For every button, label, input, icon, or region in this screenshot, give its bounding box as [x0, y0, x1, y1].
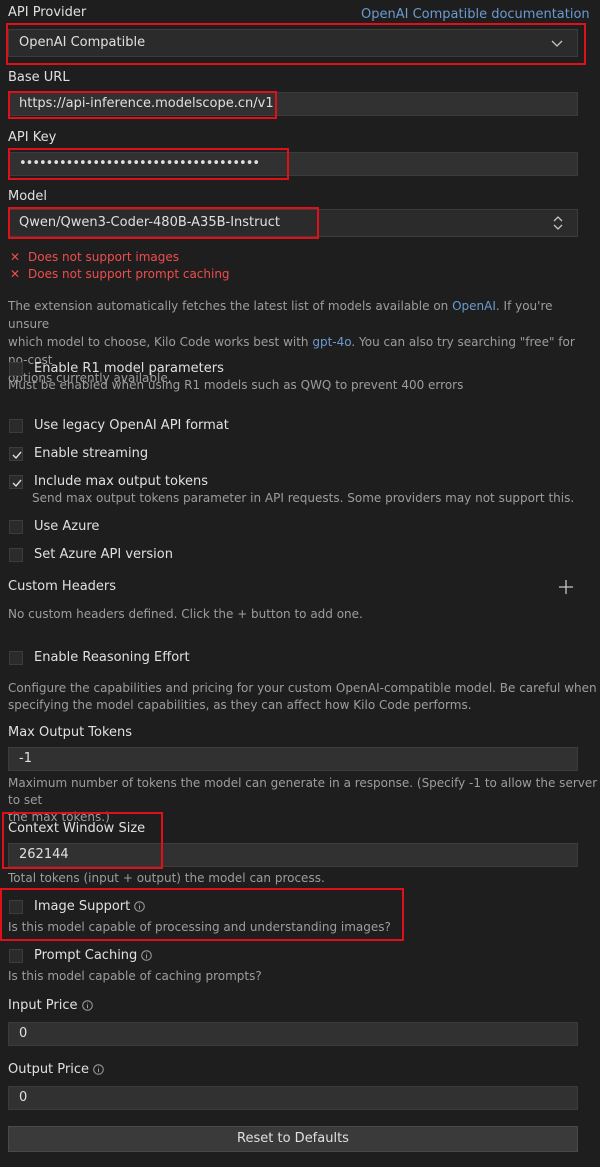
prompt-caching-label-text: Prompt Caching — [34, 948, 138, 963]
model-error-caching-text: Does not support prompt caching — [28, 267, 230, 281]
input-price-input[interactable]: 0 — [8, 1022, 578, 1046]
max-output-tokens-field-label: Max Output Tokens — [8, 725, 133, 740]
info-line2a: which model to choose, Kilo Code works b… — [8, 335, 313, 349]
legacy-format-checkbox[interactable] — [9, 419, 23, 433]
max-output-tokens-checkbox[interactable] — [9, 475, 23, 489]
azure-version-checkbox[interactable] — [9, 548, 23, 562]
info-icon[interactable] — [93, 1064, 104, 1075]
reasoning-effort-label: Enable Reasoning Effort — [34, 650, 190, 665]
openai-link[interactable]: OpenAI — [452, 299, 496, 313]
prompt-caching-label: Prompt Caching — [34, 948, 153, 963]
image-support-checkbox[interactable] — [9, 900, 23, 914]
model-select-value: Qwen/Qwen3-Coder-480B-A35B-Instruct — [19, 215, 280, 230]
r1-checkbox[interactable] — [9, 362, 23, 376]
max-output-tokens-input[interactable]: -1 — [8, 747, 578, 771]
context-window-label: Context Window Size — [8, 821, 146, 836]
max-output-tokens-field-desc: Maximum number of tokens the model can g… — [8, 775, 600, 826]
use-azure-label: Use Azure — [34, 519, 100, 534]
r1-label: Enable R1 model parameters — [34, 361, 224, 376]
info-icon[interactable] — [134, 901, 146, 912]
output-price-label-text: Output Price — [8, 1062, 90, 1077]
base-url-input[interactable]: https://api-inference.modelscope.cn/v1 — [8, 92, 578, 116]
model-error-caching: ✕ Does not support prompt caching — [10, 267, 230, 281]
output-price-label: Output Price — [8, 1062, 104, 1077]
capabilities-text: Configure the capabilities and pricing f… — [8, 680, 597, 714]
prompt-caching-desc: Is this model capable of caching prompts… — [8, 969, 262, 983]
legacy-format-label: Use legacy OpenAI API format — [34, 418, 229, 433]
max-output-tokens-desc: Send max output tokens parameter in API … — [32, 491, 575, 505]
custom-headers-empty: No custom headers defined. Click the + b… — [8, 607, 363, 621]
prompt-caching-checkbox[interactable] — [9, 949, 23, 963]
context-window-value: 262144 — [19, 847, 69, 862]
info-icon[interactable] — [141, 950, 153, 961]
use-azure-checkbox[interactable] — [9, 520, 23, 534]
close-icon: ✕ — [10, 250, 21, 264]
context-window-input[interactable]: 262144 — [8, 843, 578, 867]
model-error-images: ✕ Does not support images — [10, 250, 179, 264]
input-price-label-text: Input Price — [8, 998, 78, 1013]
model-select[interactable]: Qwen/Qwen3-Coder-480B-A35B-Instruct — [8, 209, 578, 237]
custom-headers-title: Custom Headers — [8, 579, 117, 594]
input-price-value: 0 — [19, 1026, 28, 1041]
capabilities-line2: specifying the model capabilities, as th… — [8, 698, 472, 712]
context-window-desc: Total tokens (input + output) the model … — [8, 871, 325, 885]
chevron-updown-icon — [553, 216, 563, 230]
info-icon[interactable] — [81, 1000, 93, 1011]
streaming-checkbox[interactable] — [9, 447, 23, 461]
api-key-value: •••••••••••••••••••••••••••••••••••• — [19, 156, 260, 171]
provider-select[interactable]: OpenAI Compatible — [8, 29, 578, 57]
base-url-value: https://api-inference.modelscope.cn/v1 — [19, 96, 274, 111]
provider-select-value: OpenAI Compatible — [19, 35, 146, 50]
provider-label: API Provider — [8, 5, 87, 20]
check-icon — [12, 479, 22, 488]
output-price-value: 0 — [19, 1090, 28, 1105]
max-output-tokens-label: Include max output tokens — [34, 474, 209, 489]
add-icon[interactable] — [558, 579, 574, 595]
image-support-desc: Is this model capable of processing and … — [8, 920, 391, 934]
api-key-input[interactable]: •••••••••••••••••••••••••••••••••••• — [8, 152, 578, 176]
base-url-label: Base URL — [8, 70, 70, 85]
max-output-tokens-value: -1 — [19, 751, 32, 766]
model-error-images-text: Does not support images — [28, 250, 180, 264]
model-label: Model — [8, 189, 48, 204]
azure-version-label: Set Azure API version — [34, 547, 173, 562]
max-output-desc1: Maximum number of tokens the model can g… — [8, 776, 598, 807]
close-icon: ✕ — [10, 267, 21, 281]
chevron-down-icon — [551, 40, 563, 47]
r1-desc: Must be enabled when using R1 models suc… — [8, 378, 464, 392]
api-key-label: API Key — [8, 130, 57, 145]
image-support-label: Image Support — [34, 899, 146, 914]
image-support-label-text: Image Support — [34, 899, 131, 914]
input-price-label: Input Price — [8, 998, 93, 1013]
check-icon — [12, 451, 22, 460]
capabilities-line1: Configure the capabilities and pricing f… — [8, 681, 597, 695]
info-part1: The extension automatically fetches the … — [8, 299, 453, 313]
output-price-input[interactable]: 0 — [8, 1086, 578, 1110]
reset-to-defaults-button[interactable]: Reset to Defaults — [8, 1126, 578, 1152]
reasoning-effort-checkbox[interactable] — [9, 651, 23, 665]
provider-doc-link[interactable]: OpenAI Compatible documentation — [361, 7, 590, 22]
streaming-label: Enable streaming — [34, 446, 149, 461]
gpt-4o-link[interactable]: gpt-4o — [312, 335, 351, 349]
